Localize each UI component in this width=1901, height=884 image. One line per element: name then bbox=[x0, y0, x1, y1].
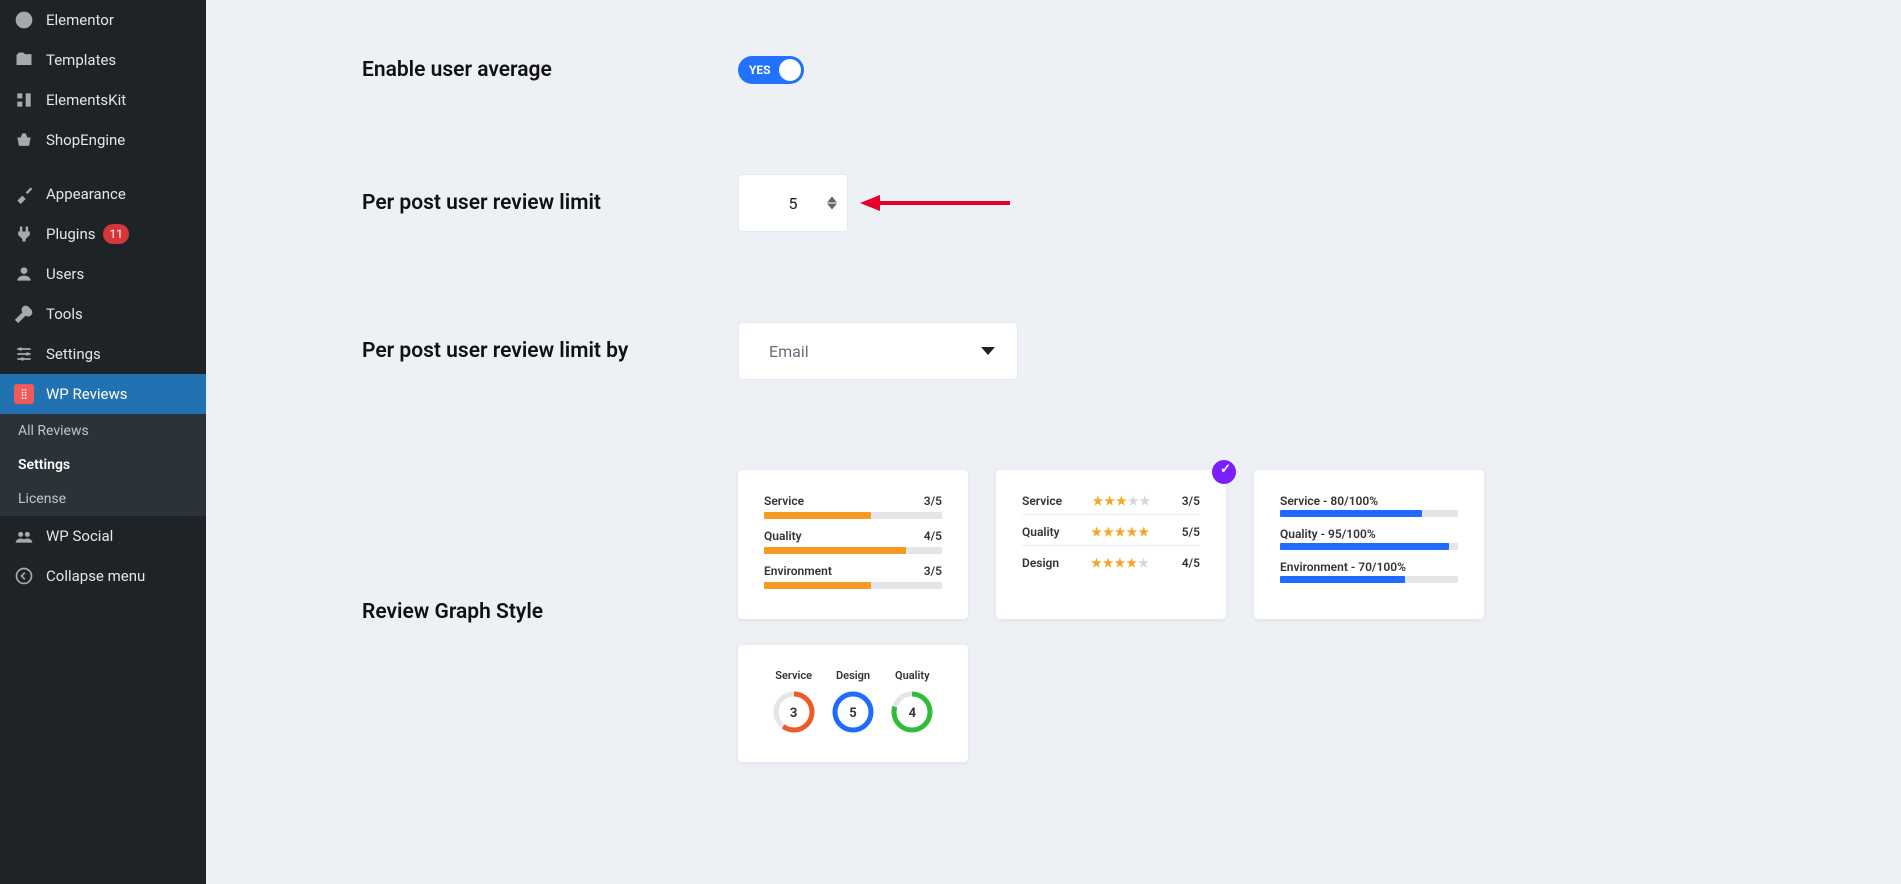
sidebar-item-plugins[interactable]: Plugins 11 bbox=[0, 214, 206, 254]
bar-fg bbox=[764, 512, 871, 519]
sidebar-item-label: Tools bbox=[46, 305, 83, 323]
toggle-text: YES bbox=[749, 63, 771, 77]
sidebar-item-label: Templates bbox=[46, 51, 116, 69]
field-label: Per post user review limit by bbox=[362, 339, 738, 363]
sidebar-item-shopengine[interactable]: ShopEngine bbox=[0, 120, 206, 160]
bar-fg bbox=[1280, 576, 1405, 583]
brush-icon bbox=[14, 184, 34, 204]
people-icon bbox=[14, 526, 34, 546]
sidebar-item-label: Settings bbox=[46, 345, 101, 363]
submenu-item-license[interactable]: License bbox=[0, 482, 206, 516]
sidebar-item-settings[interactable]: Settings bbox=[0, 334, 206, 374]
chevron-down-icon bbox=[981, 347, 995, 355]
separator bbox=[0, 160, 206, 174]
user-icon bbox=[14, 264, 34, 284]
review-limit-input[interactable]: 5 bbox=[738, 174, 848, 232]
sidebar-item-label: Elementor bbox=[46, 11, 114, 29]
step-up-button[interactable] bbox=[827, 197, 837, 203]
sidebar-item-users[interactable]: Users bbox=[0, 254, 206, 294]
sidebar-item-wp-social[interactable]: WP Social bbox=[0, 516, 206, 556]
graph-style-option-bars-orange[interactable]: Service3/5 Quality4/5 Environment3/5 bbox=[738, 470, 968, 619]
basket-icon bbox=[14, 130, 34, 150]
gauge-quality: Quality 4 bbox=[890, 669, 934, 742]
sidebar-item-label: WP Reviews bbox=[46, 385, 127, 403]
graph-style-options: Service3/5 Quality4/5 Environment3/5 Ser… bbox=[738, 470, 1484, 762]
submenu-item-all-reviews[interactable]: All Reviews bbox=[0, 414, 206, 448]
bar-bg bbox=[1280, 543, 1458, 550]
graph-style-option-stars[interactable]: Service ★★★★★ 3/5 Quality ★★★★★ 5/5 Desi… bbox=[996, 470, 1226, 619]
bar-bg bbox=[1280, 510, 1458, 517]
submenu-item-settings[interactable]: Settings bbox=[0, 448, 206, 482]
row-enable-user-average: Enable user average YES bbox=[362, 56, 1841, 84]
select-value: Email bbox=[769, 342, 809, 361]
field-label: Review Graph Style bbox=[362, 470, 738, 624]
row-review-limit-by: Per post user review limit by Email bbox=[362, 322, 1841, 380]
sidebar-item-label: Appearance bbox=[46, 185, 126, 203]
sidebar-item-appearance[interactable]: Appearance bbox=[0, 174, 206, 214]
review-limit-value: 5 bbox=[789, 194, 798, 213]
bar-bg bbox=[764, 582, 942, 589]
bar-fg bbox=[1280, 543, 1449, 550]
row-review-limit: Per post user review limit 5 bbox=[362, 174, 1841, 232]
update-count-badge: 11 bbox=[103, 224, 129, 244]
sidebar-item-label: WP Social bbox=[46, 527, 113, 545]
bar-bg bbox=[764, 547, 942, 554]
sidebar-item-elementor[interactable]: Elementor bbox=[0, 0, 206, 40]
wp-reviews-submenu: All Reviews Settings License bbox=[0, 414, 206, 516]
sidebar-item-label: Collapse menu bbox=[46, 567, 145, 585]
quantity-stepper bbox=[827, 197, 837, 210]
plug-icon bbox=[14, 224, 34, 244]
sidebar-item-label: ShopEngine bbox=[46, 131, 125, 149]
bar-bg bbox=[764, 512, 942, 519]
sidebar-item-wp-reviews[interactable]: ⣿ WP Reviews bbox=[0, 374, 206, 414]
graph-style-option-bars-blue[interactable]: Service - 80/100% Quality - 95/100% Envi… bbox=[1254, 470, 1484, 619]
elementskit-icon bbox=[14, 90, 34, 110]
field-label: Per post user review limit bbox=[362, 191, 738, 215]
graph-style-option-gauges[interactable]: Service 3 Design 5 bbox=[738, 645, 968, 762]
wrench-icon bbox=[14, 304, 34, 324]
toggle-knob bbox=[779, 59, 801, 81]
step-down-button[interactable] bbox=[827, 204, 837, 210]
sliders-icon bbox=[14, 344, 34, 364]
wp-reviews-icon: ⣿ bbox=[14, 384, 34, 404]
admin-sidebar: Elementor Templates ElementsKit ShopEngi… bbox=[0, 0, 206, 884]
annotation-arrow bbox=[860, 191, 1010, 215]
gauge-design: Design 5 bbox=[831, 669, 875, 742]
field-label: Enable user average bbox=[362, 58, 738, 82]
gauge-service: Service 3 bbox=[772, 669, 816, 742]
bar-fg bbox=[1280, 510, 1422, 517]
sidebar-item-templates[interactable]: Templates bbox=[0, 40, 206, 80]
row-graph-style: Review Graph Style Service3/5 Quality4/5… bbox=[362, 470, 1841, 762]
sidebar-item-label: Users bbox=[46, 265, 84, 283]
toggle-enable-user-average[interactable]: YES bbox=[738, 56, 804, 84]
sidebar-item-tools[interactable]: Tools bbox=[0, 294, 206, 334]
sidebar-item-collapse[interactable]: Collapse menu bbox=[0, 556, 206, 596]
review-limit-by-select[interactable]: Email bbox=[738, 322, 1018, 380]
collapse-icon bbox=[14, 566, 34, 586]
folder-icon bbox=[14, 50, 34, 70]
sidebar-item-label: ElementsKit bbox=[46, 91, 126, 109]
star-rating: ★★★★★ bbox=[1091, 525, 1150, 539]
bar-fg bbox=[764, 547, 906, 554]
star-rating: ★★★★★ bbox=[1092, 494, 1151, 508]
sidebar-item-label: Plugins bbox=[46, 225, 95, 243]
star-rating: ★★★★★ bbox=[1091, 556, 1150, 570]
elementor-icon bbox=[14, 10, 34, 30]
settings-panel: Enable user average YES Per post user re… bbox=[206, 0, 1901, 884]
bar-bg bbox=[1280, 576, 1458, 583]
sidebar-item-elementskit[interactable]: ElementsKit bbox=[0, 80, 206, 120]
bar-fg bbox=[764, 582, 871, 589]
